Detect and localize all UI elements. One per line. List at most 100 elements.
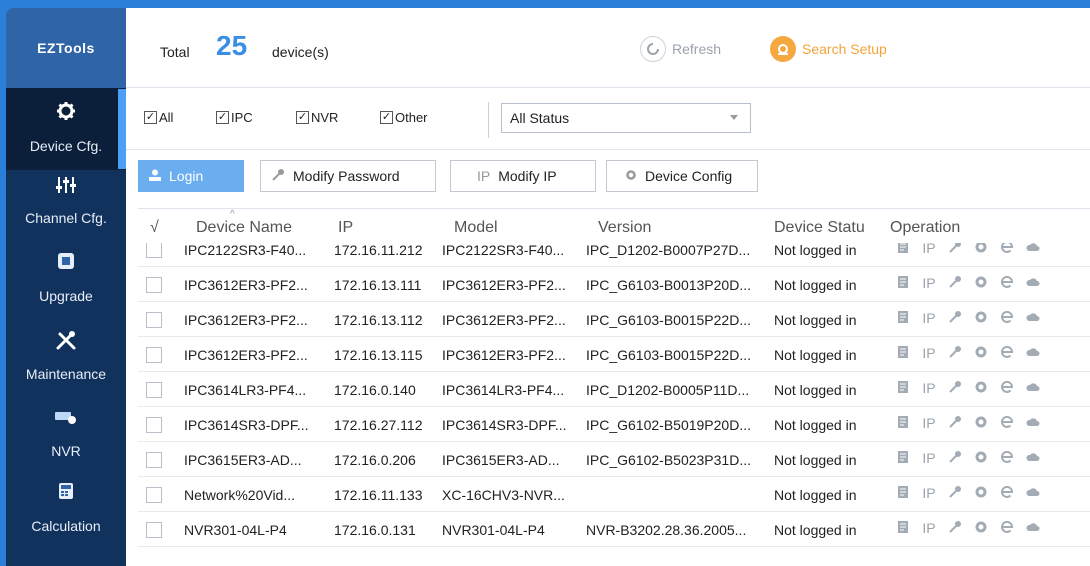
status-select[interactable]: All Status [501, 103, 751, 133]
cell-ip: 172.16.11.133 [334, 487, 423, 503]
table-row[interactable]: IPC2122SR3-F40... 172.16.11.212 IPC2122SR3… [138, 243, 1090, 267]
cell-status: Not logged in [774, 487, 857, 503]
gear-icon[interactable] [968, 275, 994, 292]
row-checkbox[interactable] [146, 452, 162, 468]
key-icon[interactable] [942, 345, 968, 362]
ip-config-icon[interactable]: IP [916, 275, 942, 292]
row-checkbox[interactable] [146, 347, 162, 363]
key-icon[interactable] [942, 310, 968, 327]
device-info-icon[interactable] [890, 310, 916, 327]
sidebar-item-maintenance[interactable]: Maintenance [6, 328, 126, 398]
row-checkbox[interactable] [146, 522, 162, 538]
browser-icon[interactable] [994, 310, 1020, 327]
browser-icon[interactable] [994, 450, 1020, 467]
column-header-version[interactable]: Version [598, 219, 651, 237]
gear-icon[interactable] [968, 450, 994, 467]
column-header-device-status[interactable]: Device Statu [774, 219, 865, 237]
row-checkbox[interactable] [146, 417, 162, 433]
modify-password-button[interactable]: Modify Password [260, 160, 436, 192]
browser-icon[interactable] [994, 380, 1020, 397]
device-info-icon[interactable] [890, 520, 916, 537]
table-row[interactable]: IPC3612ER3-PF2... 172.16.13.112 IPC3612ER3… [138, 303, 1090, 337]
key-icon[interactable] [942, 520, 968, 537]
filter-nvr-checkbox[interactable]: ✓ NVR [296, 110, 338, 125]
key-icon[interactable] [942, 243, 968, 257]
filter-other-checkbox[interactable]: ✓ Other [380, 110, 428, 125]
cloud-icon[interactable] [1020, 345, 1046, 362]
ip-config-icon[interactable]: IP [916, 415, 942, 432]
ip-config-icon[interactable]: IP [916, 243, 942, 257]
cloud-icon[interactable] [1020, 380, 1046, 397]
row-checkbox[interactable] [146, 382, 162, 398]
browser-icon[interactable] [994, 345, 1020, 362]
gear-icon[interactable] [968, 345, 994, 362]
cloud-icon[interactable] [1020, 243, 1046, 257]
gear-icon[interactable] [968, 520, 994, 537]
search-setup-button[interactable]: Search Setup [770, 36, 887, 62]
browser-icon[interactable] [994, 485, 1020, 502]
browser-icon[interactable] [994, 520, 1020, 537]
ip-config-icon[interactable]: IP [916, 380, 942, 397]
key-icon[interactable] [942, 380, 968, 397]
modify-ip-label: Modify IP [498, 168, 557, 184]
table-row[interactable]: NVR301-04L-P4 172.16.0.131 NVR301-04L-P4 NV… [138, 513, 1090, 547]
device-info-icon[interactable] [890, 275, 916, 292]
browser-icon[interactable] [994, 275, 1020, 292]
ip-config-icon[interactable]: IP [916, 345, 942, 362]
device-config-button[interactable]: Device Config [606, 160, 758, 192]
key-icon[interactable] [942, 275, 968, 292]
modify-ip-button[interactable]: IP Modify IP [450, 160, 596, 192]
device-info-icon[interactable] [890, 345, 916, 362]
cell-status: Not logged in [774, 417, 857, 433]
gear-icon[interactable] [968, 310, 994, 327]
table-row[interactable]: IPC3615ER3-AD... 172.16.0.206 IPC3615ER3-A… [138, 443, 1090, 477]
device-info-icon[interactable] [890, 485, 916, 502]
device-info-icon[interactable] [890, 415, 916, 432]
cloud-icon[interactable] [1020, 450, 1046, 467]
ip-config-icon[interactable]: IP [916, 520, 942, 537]
select-all-header[interactable]: √ [150, 219, 159, 237]
gear-icon[interactable] [968, 485, 994, 502]
row-checkbox[interactable] [146, 312, 162, 328]
filter-ipc-checkbox[interactable]: ✓ IPC [216, 110, 253, 125]
device-info-icon[interactable] [890, 450, 916, 467]
device-info-icon[interactable] [890, 380, 916, 397]
sidebar-item-channel-cfg[interactable]: Channel Cfg. [6, 172, 126, 242]
row-checkbox[interactable] [146, 277, 162, 293]
column-header-model[interactable]: Model [454, 219, 498, 237]
sidebar-item-calculation[interactable]: Calculation [6, 478, 126, 548]
sidebar-item-device-cfg[interactable]: Device Cfg. [6, 88, 126, 170]
row-checkbox[interactable] [146, 243, 162, 258]
cloud-icon[interactable] [1020, 520, 1046, 537]
table-row[interactable]: IPC3614SR3-DPF... 172.16.27.112 IPC3614SR3… [138, 408, 1090, 442]
key-icon[interactable] [942, 485, 968, 502]
cloud-icon[interactable] [1020, 275, 1046, 292]
gear-icon[interactable] [968, 380, 994, 397]
column-header-ip[interactable]: IP [338, 219, 353, 237]
filter-all-checkbox[interactable]: ✓ All [144, 110, 173, 125]
refresh-button[interactable]: Refresh [640, 36, 721, 62]
browser-icon[interactable] [994, 243, 1020, 257]
cloud-icon[interactable] [1020, 485, 1046, 502]
ip-config-icon[interactable]: IP [916, 485, 942, 502]
table-row[interactable]: IPC3614LR3-PF4... 172.16.0.140 IPC3614LR3-… [138, 373, 1090, 407]
ip-config-icon[interactable]: IP [916, 450, 942, 467]
login-button[interactable]: Login [138, 160, 244, 192]
gear-icon[interactable] [968, 415, 994, 432]
column-header-device-name[interactable]: Device Name [196, 219, 292, 237]
table-row[interactable]: Network%20Vid... 172.16.11.133 XC-16CHV3-N… [138, 478, 1090, 512]
key-icon[interactable] [942, 415, 968, 432]
table-row[interactable]: IPC3612ER3-PF2... 172.16.13.111 IPC3612ER3… [138, 268, 1090, 302]
table-row[interactable]: IPC3612ER3-PF2... 172.16.13.115 IPC3612ER3… [138, 338, 1090, 372]
key-icon[interactable] [942, 450, 968, 467]
row-checkbox[interactable] [146, 487, 162, 503]
cell-device-name: IPC3615ER3-AD... [184, 452, 302, 468]
browser-icon[interactable] [994, 415, 1020, 432]
ip-config-icon[interactable]: IP [916, 310, 942, 327]
device-info-icon[interactable] [890, 243, 916, 257]
sidebar-item-nvr[interactable]: NVR [6, 403, 126, 473]
cloud-icon[interactable] [1020, 310, 1046, 327]
sidebar-item-upgrade[interactable]: Upgrade [6, 248, 126, 318]
gear-icon[interactable] [968, 243, 994, 257]
cloud-icon[interactable] [1020, 415, 1046, 432]
